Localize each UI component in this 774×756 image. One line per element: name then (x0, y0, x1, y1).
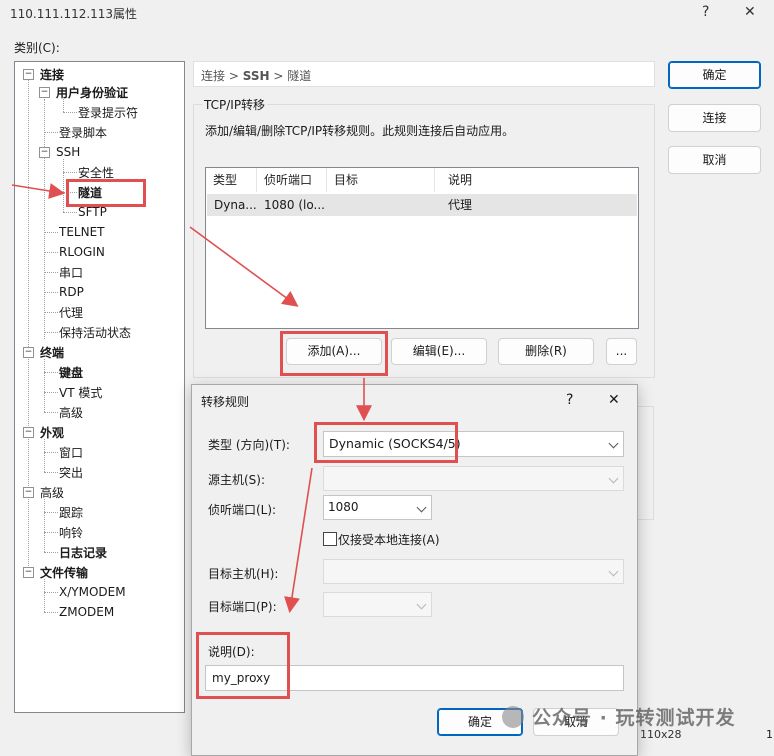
status-extra: 1 (766, 728, 773, 741)
arrow-to-add (189, 226, 299, 307)
arrow-to-description (284, 467, 313, 614)
wechat-icon (502, 706, 524, 728)
annotation-arrows (11, 183, 372, 614)
arrow-to-tunnel (11, 183, 66, 199)
watermark: 公众号 · 玩转测试开发 (532, 707, 736, 729)
